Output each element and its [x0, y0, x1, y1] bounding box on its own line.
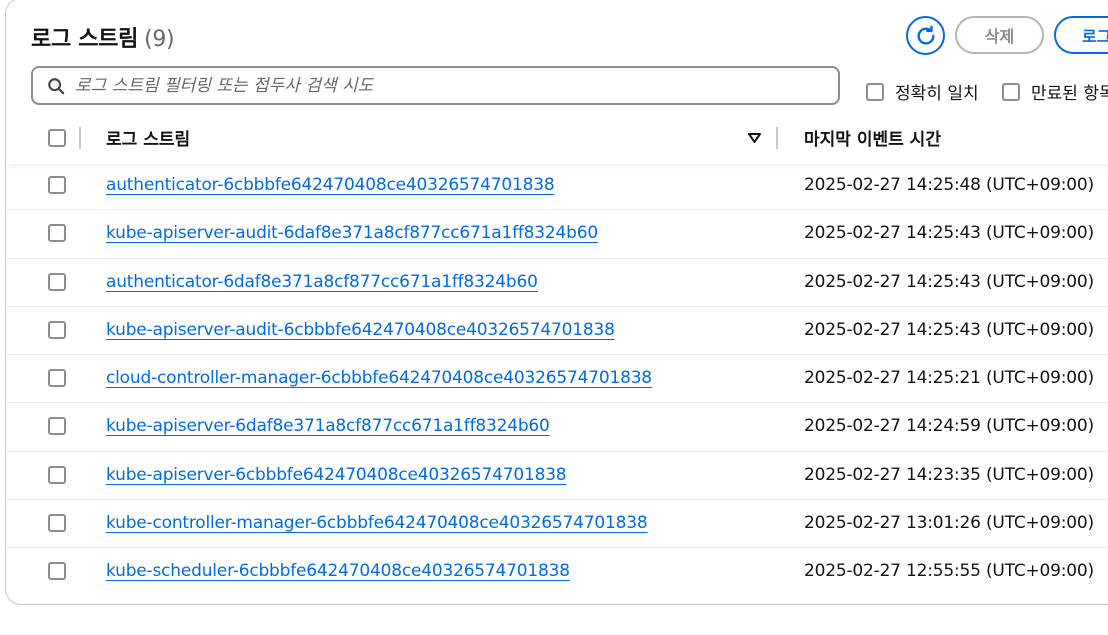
- log-stream-link[interactable]: kube-apiserver-6cbbbfe642470408ce4032657…: [106, 465, 567, 485]
- column-divider: [79, 127, 81, 149]
- expired-label: 만료된 항목: [1031, 84, 1108, 104]
- table-row: kube-apiserver-audit-6daf8e371a8cf877cc6…: [6, 210, 1108, 259]
- log-stream-link[interactable]: authenticator-6cbbbfe642470408ce40326574…: [106, 175, 555, 195]
- log-stream-link[interactable]: kube-apiserver-audit-6cbbbfe642470408ce4…: [106, 320, 615, 340]
- row-checkbox[interactable]: [48, 320, 66, 339]
- log-stream-link[interactable]: kube-controller-manager-6cbbbfe642470408…: [106, 513, 648, 533]
- create-log-stream-button[interactable]: 로그: [1054, 16, 1108, 54]
- expired-checkbox[interactable]: [1002, 82, 1020, 101]
- sort-descending-icon[interactable]: [748, 133, 761, 143]
- log-stream-link[interactable]: kube-apiserver-audit-6daf8e371a8cf877cc6…: [106, 223, 598, 243]
- row-checkbox[interactable]: [48, 224, 66, 243]
- table-row: kube-apiserver-audit-6cbbbfe642470408ce4…: [6, 307, 1108, 356]
- table-row: kube-scheduler-6cbbbfe642470408ce4032657…: [6, 548, 1108, 596]
- column-header-last-event-time[interactable]: 마지막 이벤트 시간: [804, 125, 941, 150]
- table-row: kube-apiserver-6cbbbfe642470408ce4032657…: [6, 452, 1108, 501]
- refresh-button[interactable]: [906, 16, 945, 55]
- search-box[interactable]: [31, 66, 840, 105]
- last-event-time: 2025-02-27 12:55:55 (UTC+09:00): [804, 561, 1094, 582]
- table-row: kube-apiserver-6daf8e371a8cf877cc671a1ff…: [6, 403, 1108, 452]
- table-body: authenticator-6cbbbfe642470408ce40326574…: [6, 162, 1108, 597]
- delete-button[interactable]: 삭제: [955, 16, 1044, 54]
- log-stream-link[interactable]: cloud-controller-manager-6cbbbfe64247040…: [106, 368, 652, 388]
- log-stream-link[interactable]: kube-apiserver-6daf8e371a8cf877cc671a1ff…: [106, 416, 550, 436]
- last-event-time: 2025-02-27 14:25:43 (UTC+09:00): [804, 319, 1094, 340]
- log-stream-link[interactable]: authenticator-6daf8e371a8cf877cc671a1ff8…: [106, 272, 538, 292]
- row-checkbox[interactable]: [48, 465, 66, 484]
- table-row: cloud-controller-manager-6cbbbfe64247040…: [6, 355, 1108, 404]
- row-checkbox[interactable]: [48, 417, 66, 436]
- last-event-time: 2025-02-27 13:01:26 (UTC+09:00): [804, 513, 1094, 534]
- title-text: 로그 스트림: [31, 27, 139, 52]
- table-row: authenticator-6cbbbfe642470408ce40326574…: [6, 162, 1108, 211]
- select-all-checkbox[interactable]: [48, 129, 66, 147]
- exact-match-option[interactable]: 정확히 일치: [866, 79, 979, 104]
- log-stream-link[interactable]: kube-scheduler-6cbbbfe642470408ce4032657…: [106, 561, 570, 581]
- row-checkbox[interactable]: [48, 514, 66, 533]
- search-icon: [48, 77, 65, 94]
- row-checkbox[interactable]: [48, 176, 66, 194]
- panel-header: 로그 스트림(9) 삭제 로그 정확히 일치 만료된 항목 로그: [6, 0, 1108, 164]
- last-event-time: 2025-02-27 14:24:59 (UTC+09:00): [804, 416, 1094, 437]
- exact-match-label: 정확히 일치: [895, 84, 979, 104]
- last-event-time: 2025-02-27 14:25:21 (UTC+09:00): [804, 368, 1094, 389]
- column-header-log-stream[interactable]: 로그 스트림: [106, 125, 190, 150]
- column-divider: [776, 127, 778, 149]
- row-checkbox[interactable]: [48, 369, 66, 388]
- last-event-time: 2025-02-27 14:23:35 (UTC+09:00): [804, 464, 1094, 485]
- search-input[interactable]: [75, 75, 775, 96]
- row-checkbox[interactable]: [48, 562, 66, 581]
- stream-count: (9): [144, 27, 175, 52]
- expired-option[interactable]: 만료된 항목: [1002, 79, 1108, 104]
- last-event-time: 2025-02-27 14:25:43 (UTC+09:00): [804, 271, 1094, 292]
- log-streams-panel: 로그 스트림(9) 삭제 로그 정확히 일치 만료된 항목 로그: [5, 0, 1108, 605]
- exact-match-checkbox[interactable]: [866, 82, 884, 101]
- table-row: kube-controller-manager-6cbbbfe642470408…: [6, 500, 1108, 549]
- page-title: 로그 스트림 (9): [31, 21, 175, 53]
- row-checkbox[interactable]: [48, 272, 66, 291]
- last-event-time: 2025-02-27 14:25:43 (UTC+09:00): [804, 223, 1094, 244]
- table-row: authenticator-6daf8e371a8cf877cc671a1ff8…: [6, 259, 1108, 307]
- last-event-time: 2025-02-27 14:25:48 (UTC+09:00): [804, 175, 1094, 195]
- refresh-icon: [917, 25, 935, 45]
